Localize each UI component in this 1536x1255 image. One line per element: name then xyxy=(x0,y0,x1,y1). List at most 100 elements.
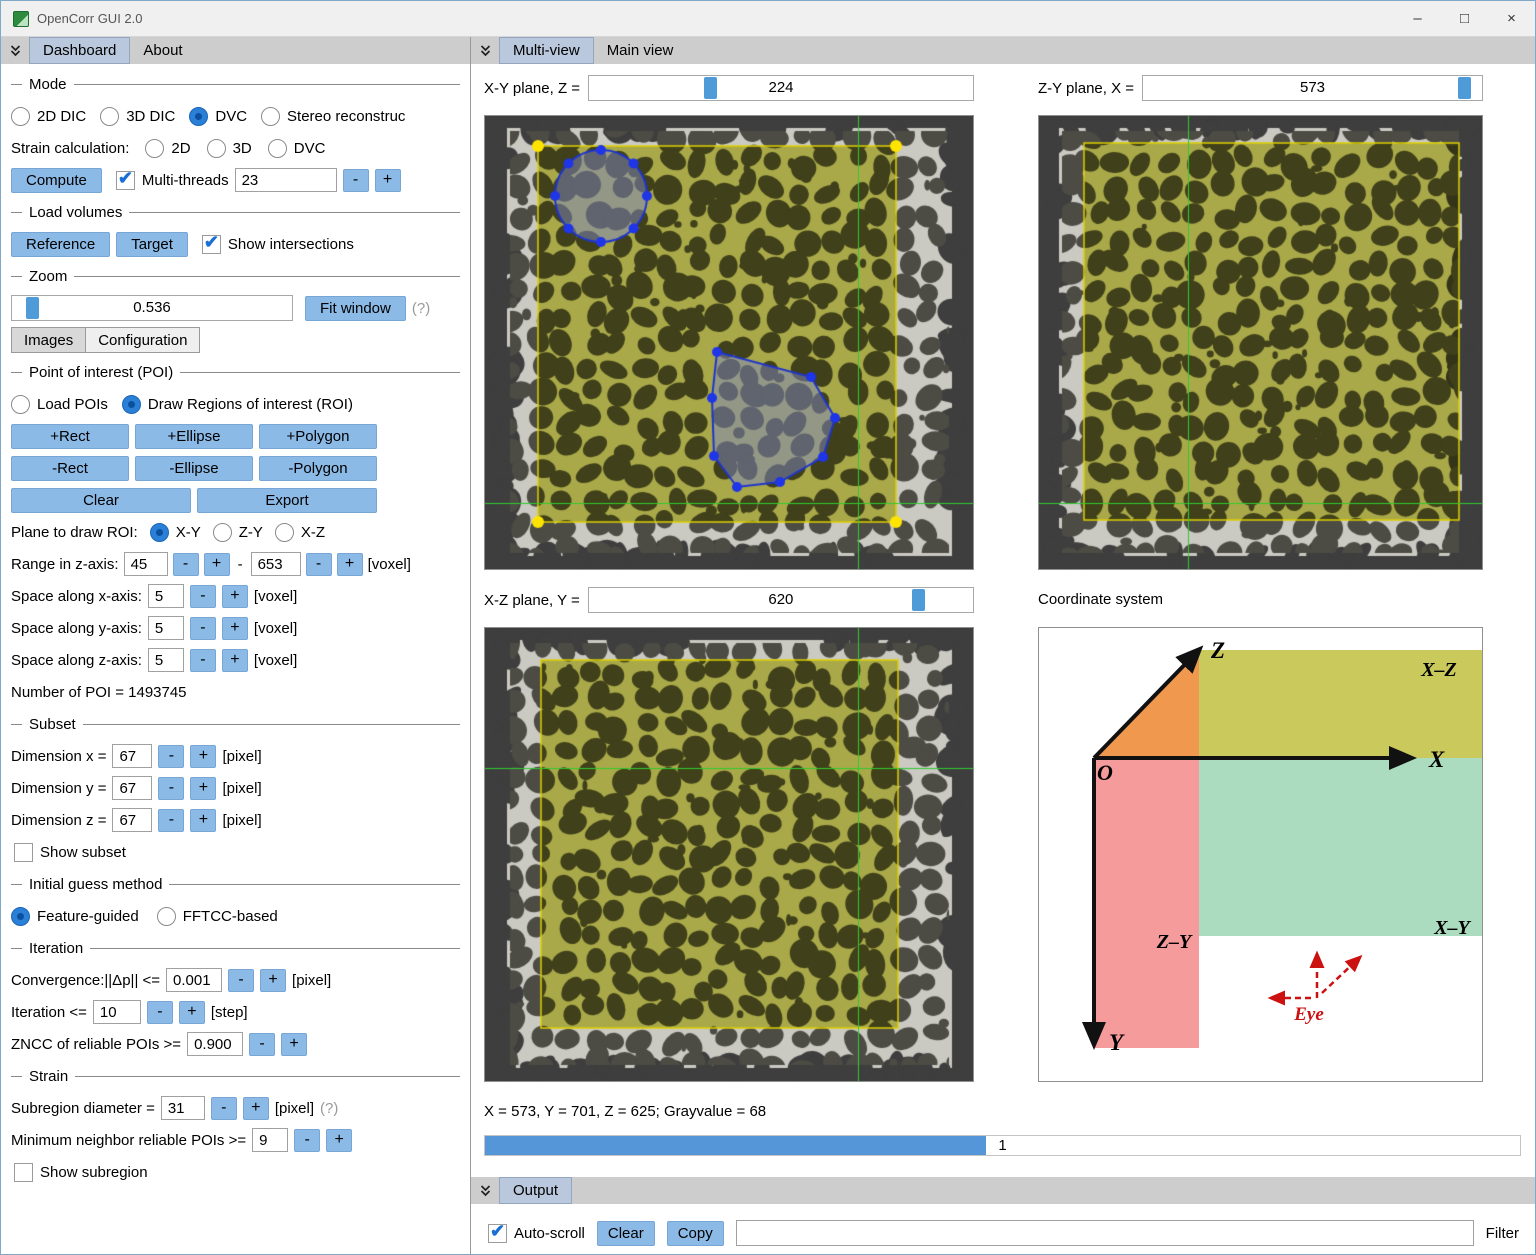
dim-y-plus-button[interactable]: + xyxy=(190,777,216,800)
space-y-minus-button[interactable]: - xyxy=(190,617,216,640)
xz-plane-view[interactable] xyxy=(484,627,974,1082)
radio-stereo-control[interactable] xyxy=(261,107,280,126)
convergence-plus-button[interactable]: + xyxy=(260,969,286,992)
min-neighbor-input[interactable] xyxy=(252,1128,288,1152)
output-clear-button[interactable]: Clear xyxy=(597,1221,655,1246)
space-y-input[interactable] xyxy=(148,616,184,640)
space-z-plus-button[interactable]: + xyxy=(222,649,248,672)
collapse-output-icon[interactable] xyxy=(471,1177,499,1204)
radio-plane-zy[interactable]: Z-Y xyxy=(213,523,263,542)
dim-y-input[interactable] xyxy=(112,776,152,800)
radio-load-pois[interactable]: Load POIs xyxy=(11,395,108,414)
clear-roi-button[interactable]: Clear xyxy=(11,488,191,513)
show-subset-checkbox[interactable] xyxy=(14,843,33,862)
multithreads-checkbox-item[interactable]: Multi-threads xyxy=(116,171,229,190)
range-max-plus-button[interactable]: + xyxy=(337,553,363,576)
radio-plane-zy-control[interactable] xyxy=(213,523,232,542)
space-z-input[interactable] xyxy=(148,648,184,672)
show-intersections-item[interactable]: Show intersections xyxy=(202,235,354,254)
radio-plane-xz-control[interactable] xyxy=(275,523,294,542)
zncc-plus-button[interactable]: + xyxy=(281,1033,307,1056)
xz-plane-canvas[interactable] xyxy=(485,628,973,1081)
iteration-plus-button[interactable]: + xyxy=(179,1001,205,1024)
radio-2d-dic[interactable]: 2D DIC xyxy=(11,107,86,126)
radio-strain-dvc[interactable]: DVC xyxy=(268,139,326,158)
range-min-input[interactable] xyxy=(124,552,168,576)
zy-x-slider[interactable]: 573 xyxy=(1142,75,1483,101)
collapse-sidebar-icon[interactable] xyxy=(1,37,29,64)
output-filter-input[interactable] xyxy=(736,1220,1474,1246)
show-subregion-item[interactable]: Show subregion xyxy=(14,1163,148,1182)
space-x-minus-button[interactable]: - xyxy=(190,585,216,608)
range-min-minus-button[interactable]: - xyxy=(173,553,199,576)
min-neighbor-minus-button[interactable]: - xyxy=(294,1129,320,1152)
tab-images[interactable]: Images xyxy=(11,327,86,353)
add-ellipse-button[interactable]: +Ellipse xyxy=(135,424,253,449)
zncc-minus-button[interactable]: - xyxy=(249,1033,275,1056)
zoom-help[interactable]: (?) xyxy=(412,300,430,317)
dim-x-plus-button[interactable]: + xyxy=(190,745,216,768)
threads-plus-button[interactable]: + xyxy=(375,169,401,192)
radio-feature-guided-control[interactable] xyxy=(11,907,30,926)
show-subset-item[interactable]: Show subset xyxy=(14,843,126,862)
zoom-slider[interactable]: 0.536 xyxy=(11,295,293,321)
iteration-input[interactable] xyxy=(93,1000,141,1024)
threads-minus-button[interactable]: - xyxy=(343,169,369,192)
range-min-plus-button[interactable]: + xyxy=(204,553,230,576)
xy-plane-view[interactable] xyxy=(484,115,974,570)
tab-dashboard[interactable]: Dashboard xyxy=(29,37,130,64)
collapse-views-icon[interactable] xyxy=(471,37,499,64)
dim-z-input[interactable] xyxy=(112,808,152,832)
min-neighbor-plus-button[interactable]: + xyxy=(326,1129,352,1152)
radio-strain-2d[interactable]: 2D xyxy=(145,139,190,158)
add-polygon-button[interactable]: +Polygon xyxy=(259,424,377,449)
radio-strain-3d[interactable]: 3D xyxy=(207,139,252,158)
radio-2d-dic-control[interactable] xyxy=(11,107,30,126)
zncc-input[interactable] xyxy=(187,1032,243,1056)
subtract-rect-button[interactable]: -Rect xyxy=(11,456,129,481)
subtract-polygon-button[interactable]: -Polygon xyxy=(259,456,377,481)
reference-button[interactable]: Reference xyxy=(11,232,110,257)
zy-plane-canvas[interactable] xyxy=(1039,116,1482,569)
xy-z-slider[interactable]: 224 xyxy=(588,75,974,101)
show-intersections-checkbox[interactable] xyxy=(202,235,221,254)
dim-z-plus-button[interactable]: + xyxy=(190,809,216,832)
radio-plane-xz[interactable]: X-Z xyxy=(275,523,325,542)
radio-stereo[interactable]: Stereo reconstruc xyxy=(261,107,405,126)
radio-draw-roi[interactable]: Draw Regions of interest (ROI) xyxy=(122,395,353,414)
add-rect-button[interactable]: +Rect xyxy=(11,424,129,449)
space-z-minus-button[interactable]: - xyxy=(190,649,216,672)
radio-dvc-control[interactable] xyxy=(189,107,208,126)
xy-plane-canvas[interactable] xyxy=(485,116,973,569)
convergence-minus-button[interactable]: - xyxy=(228,969,254,992)
space-x-plus-button[interactable]: + xyxy=(222,585,248,608)
dim-z-minus-button[interactable]: - xyxy=(158,809,184,832)
iteration-minus-button[interactable]: - xyxy=(147,1001,173,1024)
export-roi-button[interactable]: Export xyxy=(197,488,377,513)
auto-scroll-item[interactable]: Auto-scroll xyxy=(488,1224,585,1243)
tab-main-view[interactable]: Main view xyxy=(594,37,687,64)
subtract-ellipse-button[interactable]: -Ellipse xyxy=(135,456,253,481)
subregion-input[interactable] xyxy=(161,1096,205,1120)
multithreads-checkbox[interactable] xyxy=(116,171,135,190)
threads-input[interactable] xyxy=(235,168,337,192)
xz-y-slider[interactable]: 620 xyxy=(588,587,974,613)
radio-dvc[interactable]: DVC xyxy=(189,107,247,126)
radio-load-pois-control[interactable] xyxy=(11,395,30,414)
tab-configuration[interactable]: Configuration xyxy=(85,327,200,353)
radio-fftcc[interactable]: FFTCC-based xyxy=(157,907,278,926)
radio-feature-guided[interactable]: Feature-guided xyxy=(11,907,139,926)
radio-strain-dvc-control[interactable] xyxy=(268,139,287,158)
radio-plane-xy-control[interactable] xyxy=(150,523,169,542)
subregion-plus-button[interactable]: + xyxy=(243,1097,269,1120)
range-max-input[interactable] xyxy=(251,552,301,576)
compute-button[interactable]: Compute xyxy=(11,168,102,193)
dim-x-input[interactable] xyxy=(112,744,152,768)
target-button[interactable]: Target xyxy=(116,232,188,257)
subregion-minus-button[interactable]: - xyxy=(211,1097,237,1120)
output-copy-button[interactable]: Copy xyxy=(667,1221,724,1246)
auto-scroll-checkbox[interactable] xyxy=(488,1224,507,1243)
range-max-minus-button[interactable]: - xyxy=(306,553,332,576)
radio-strain-3d-control[interactable] xyxy=(207,139,226,158)
show-subregion-checkbox[interactable] xyxy=(14,1163,33,1182)
